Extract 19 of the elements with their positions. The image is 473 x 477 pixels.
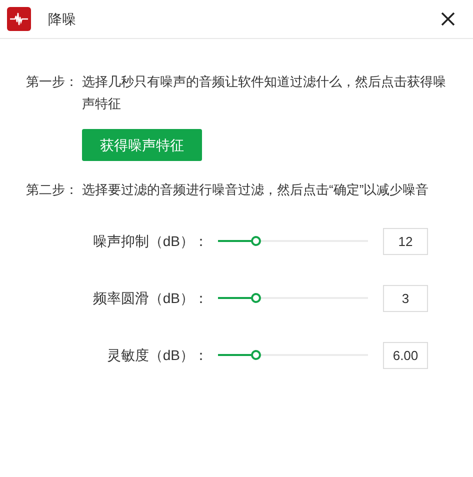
slider-label: 噪声抑制（dB）：: [92, 232, 208, 250]
slider-track[interactable]: [218, 350, 368, 360]
window-title: 降噪: [48, 10, 76, 28]
step-instruction: 选择要过滤的音频进行噪音过滤，然后点击“确定”以减少噪音: [82, 181, 430, 199]
slider-thumb[interactable]: [250, 236, 260, 246]
slider-label: 频率圆滑（dB）：: [92, 288, 208, 308]
value-field[interactable]: 6.00: [383, 342, 428, 368]
waveform-logo-icon: [7, 7, 31, 31]
slider-track[interactable]: [218, 293, 368, 303]
slider-thumb[interactable]: [250, 293, 260, 303]
step-label: 第二步：: [26, 181, 79, 199]
value-field[interactable]: 3: [383, 284, 428, 312]
close-icon: [440, 11, 456, 27]
slider-track[interactable]: [218, 236, 368, 246]
step-instruction: 选择几秒只有噪声的音频让软件知道过滤什么，然后点击获得噪声特征: [82, 73, 447, 113]
step-label: 第一步：: [26, 73, 79, 91]
slider-label: 灵敏度（dB）：: [106, 346, 208, 364]
slider-thumb[interactable]: [250, 350, 260, 360]
value-field[interactable]: 12: [383, 228, 428, 254]
